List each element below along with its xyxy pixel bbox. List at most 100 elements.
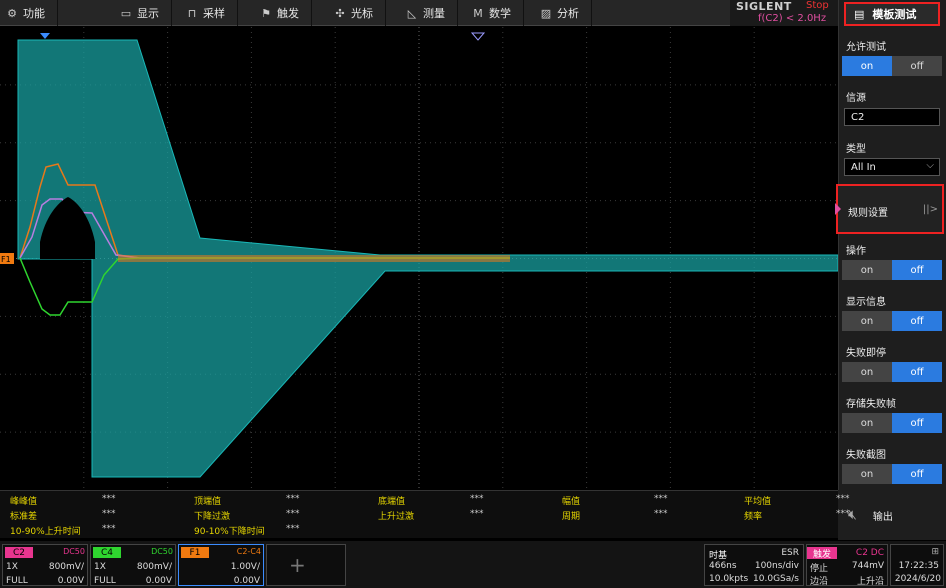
mask-test-title[interactable]: ▤ 模板测试 (844, 2, 940, 26)
fail-screenshot-toggle[interactable]: on off (842, 464, 942, 484)
channel-probe: 1X (94, 562, 106, 572)
math-icon: M (473, 6, 483, 20)
clock-box[interactable]: ⊞ 17:22:35 2024/6/20 (890, 544, 944, 586)
allow-test-off[interactable]: off (892, 56, 942, 76)
siglent-logo: SIGLENT (736, 0, 792, 13)
gear-icon: ⚙ (7, 6, 17, 20)
cursor-icon: ✣ (335, 6, 345, 20)
menu-function[interactable]: ⚙ 功能 (0, 0, 58, 26)
meas-value: *** (836, 509, 850, 519)
timebase-box[interactable]: 时基 ESR 466ns 100ns/div 10.0kpts 10.0GSa/… (704, 544, 804, 586)
save-fail-frame-off[interactable]: off (892, 413, 942, 433)
stop-on-fail-toggle[interactable]: on off (842, 362, 942, 382)
allow-test-on[interactable]: on (842, 56, 892, 76)
stop-on-fail-off[interactable]: off (892, 362, 942, 382)
stop-on-fail-label: 失败即停 (846, 348, 886, 359)
timebase-label: 时基 (709, 551, 728, 561)
rules-settings-button[interactable]: 规则设置 ||> (835, 184, 944, 234)
network-icon: ⊞ (931, 547, 939, 557)
meas-name: 平均值 (744, 497, 772, 507)
channel-c2-box[interactable]: C2 DC50 1X 800mV/ FULL 0.00V (2, 544, 88, 586)
fail-screenshot-off[interactable]: off (892, 464, 942, 484)
channel-bandwidth: FULL (6, 576, 28, 586)
source-select[interactable]: C2 (844, 108, 940, 126)
show-info-on[interactable]: on (842, 311, 892, 331)
add-channel-box[interactable]: + (266, 544, 346, 586)
operation-label: 操作 (846, 246, 866, 257)
run-status[interactable]: Stop (806, 0, 829, 11)
analysis-icon: ▨ (540, 6, 552, 20)
waveform-grid[interactable]: F1 (0, 27, 838, 490)
meas-name: 顶端值 (194, 497, 222, 507)
menu-bar: ⚙ 功能 ▭ 显示 ⊓ 采样 ⚑ 触发 ✣ 光标 ◺ 测量 M 数学 ▨ 分析 (0, 0, 838, 26)
meas-value: *** (102, 509, 116, 519)
meas-value: *** (102, 494, 116, 504)
menu-analysis[interactable]: ▨ 分析 (524, 0, 592, 26)
channel-tag: C2 (5, 547, 33, 558)
menu-trigger[interactable]: ⚑ 触发 (238, 0, 312, 26)
channel-tag: F1 (181, 547, 209, 558)
meas-name: 下降过激 (194, 512, 231, 522)
menu-cursor[interactable]: ✣ 光标 (312, 0, 386, 26)
meas-value: *** (470, 509, 484, 519)
meas-name: 幅值 (562, 497, 581, 507)
channel-scale: 800mV/ (136, 562, 172, 572)
channel-tag: C4 (93, 547, 121, 558)
meas-name: 10-90%上升时间 (10, 527, 81, 537)
fail-screenshot-label: 失败截图 (846, 450, 886, 461)
meas-value: *** (286, 494, 300, 504)
output-button[interactable]: 🔇︎ 输出 (838, 490, 946, 540)
trigger-level: 744mV (851, 561, 884, 571)
channel-c4-box[interactable]: C4 DC50 1X 800mV/ FULL 0.00V (90, 544, 176, 586)
trigger-box[interactable]: 触发 C2 DC 停止 744mV 边沿 上升沿 (806, 544, 888, 587)
memory-depth: 10.0kpts (709, 574, 749, 584)
math-f1-box[interactable]: F1 C2-C4 1.00V/ 0.00V (178, 544, 264, 586)
trigger-label: 触发 (807, 547, 837, 560)
timebase-delay: 466ns (709, 561, 737, 571)
operation-off[interactable]: off (892, 260, 942, 280)
save-fail-frame-toggle[interactable]: on off (842, 413, 942, 433)
meas-value: *** (654, 494, 668, 504)
allow-test-toggle[interactable]: on off (842, 56, 942, 76)
channel-probe: 1X (6, 562, 18, 572)
document-icon: ▤ (854, 7, 865, 21)
menu-math[interactable]: M 数学 (458, 0, 524, 26)
menu-measure[interactable]: ◺ 测量 (386, 0, 458, 26)
meas-value: *** (470, 494, 484, 504)
selection-marker (835, 203, 841, 215)
status-bar: C2 DC50 1X 800mV/ FULL 0.00V C4 DC50 1X … (0, 541, 946, 588)
stop-on-fail-on[interactable]: on (842, 362, 892, 382)
trigger-state: 停止 (810, 564, 829, 574)
display-icon: ▭ (120, 6, 132, 20)
flag-icon: ⚑ (261, 6, 271, 20)
operation-toggle[interactable]: on off (842, 260, 942, 280)
clock-time: 17:22:35 (898, 561, 939, 571)
show-info-label: 显示信息 (846, 297, 886, 308)
measurement-panel: 峰峰值 *** 顶端值 *** 底端值 *** 幅值 *** 平均值 *** 标… (0, 490, 850, 538)
meas-name: 周期 (562, 512, 581, 522)
channel-scale: 800mV/ (48, 562, 84, 572)
clock-date: 2024/6/20 (894, 574, 941, 584)
show-info-toggle[interactable]: on off (842, 311, 942, 331)
plus-icon: + (289, 553, 306, 577)
channel-offset: 0.00V (233, 576, 260, 586)
channel-bandwidth: FULL (94, 576, 116, 586)
save-fail-frame-on[interactable]: on (842, 413, 892, 433)
operation-on[interactable]: on (842, 260, 892, 280)
source-label: 信源 (846, 93, 866, 104)
allow-test-label: 允许测试 (846, 42, 886, 53)
type-select[interactable]: All In ⌵ (844, 158, 940, 176)
menu-display[interactable]: ▭ 显示 (58, 0, 172, 26)
fail-screenshot-on[interactable]: on (842, 464, 892, 484)
meas-value: *** (654, 509, 668, 519)
channel-offset: 0.00V (57, 576, 84, 586)
chevron-down-icon: ⌵ (926, 160, 934, 171)
menu-acquire[interactable]: ⊓ 采样 (172, 0, 238, 26)
trigger-slope: 上升沿 (856, 577, 884, 587)
meas-value: *** (286, 509, 300, 519)
meas-value: *** (836, 494, 850, 504)
channel-offset: 0.00V (145, 576, 172, 586)
f1-offset-label: F1 (1, 255, 11, 264)
channel-coupling: DC50 (151, 547, 173, 556)
show-info-off[interactable]: off (892, 311, 942, 331)
